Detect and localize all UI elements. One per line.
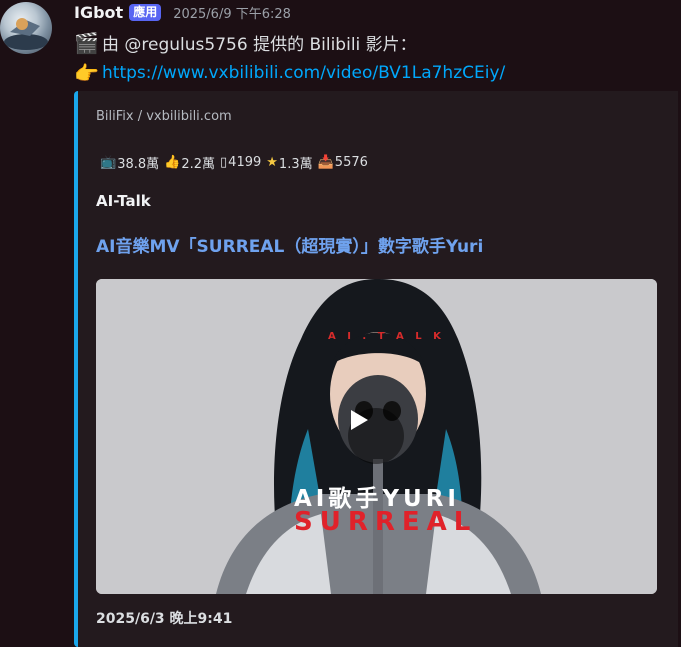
embed-provider[interactable]: BiliFix / vxbilibili.com — [96, 109, 232, 124]
message: IGbot 應用 2025/6/9 下午6:28 🎬 由 @regulus575… — [0, 0, 681, 647]
embed-author[interactable]: AI-Talk — [96, 192, 151, 210]
pointing-hand-icon: 👉 — [74, 61, 99, 85]
tv-icon: 📺 — [100, 155, 117, 170]
message-line-2: 👉 https://www.vxbilibili.com/video/BV1La… — [74, 61, 505, 85]
embed-title[interactable]: AI音樂MV「SURREAL（超現實）」數字歌手Yuri — [96, 232, 483, 257]
favorites-stat: ★ 1.3萬 — [266, 153, 312, 172]
clapperboard-icon: 🎬 — [74, 30, 99, 55]
coins-stat: ▯ 4199 — [220, 155, 261, 170]
likes-value: 2.2萬 — [181, 157, 216, 172]
embed-footer-date: 2025/6/3 晚上9:41 — [96, 611, 233, 627]
message-text: 由 @regulus5756 提供的 Bilibili 影片： — [102, 35, 417, 55]
avatar[interactable] — [0, 2, 52, 54]
likes-stat: 👍 2.2萬 — [164, 153, 215, 172]
inbox-tray-icon: 📥 — [317, 155, 334, 170]
shares-stat: 📥 5576 — [318, 155, 368, 170]
video-link[interactable]: https://www.vxbilibili.com/video/BV1La7h… — [102, 63, 505, 83]
play-button[interactable] — [348, 408, 404, 464]
star-icon: ★ — [266, 155, 278, 170]
shares-value: 5576 — [334, 155, 368, 170]
favorites-value: 1.3萬 — [278, 157, 313, 172]
thumbnail-watermark: A I . T A L K — [328, 331, 445, 342]
username[interactable]: IGbot — [74, 3, 123, 22]
app-badge: 應用 — [129, 3, 162, 21]
play-icon — [351, 410, 368, 430]
thumbnail-song-title: SURREAL — [294, 507, 478, 537]
message-line-1: 🎬 由 @regulus5756 提供的 Bilibili 影片： — [74, 30, 417, 56]
embed-stats: 📺 38.8萬 👍 2.2萬 ▯ 4199 ★ 1.3萬 📥 5576 — [100, 153, 372, 172]
views-stat: 📺 38.8萬 — [100, 153, 159, 172]
video-thumbnail[interactable]: A I . T A L K AI歌手YURI SURREAL — [96, 279, 657, 594]
thumbs-up-icon: 👍 — [164, 155, 181, 170]
box-icon: ▯ — [220, 155, 228, 170]
coins-value: 4199 — [228, 155, 262, 170]
link-embed: BiliFix / vxbilibili.com 📺 38.8萬 👍 2.2萬 ▯ 4… — [74, 91, 678, 647]
message-header: IGbot 應用 2025/6/9 下午6:28 — [74, 0, 291, 24]
timestamp[interactable]: 2025/6/9 下午6:28 — [173, 3, 291, 22]
views-value: 38.8萬 — [117, 157, 160, 172]
